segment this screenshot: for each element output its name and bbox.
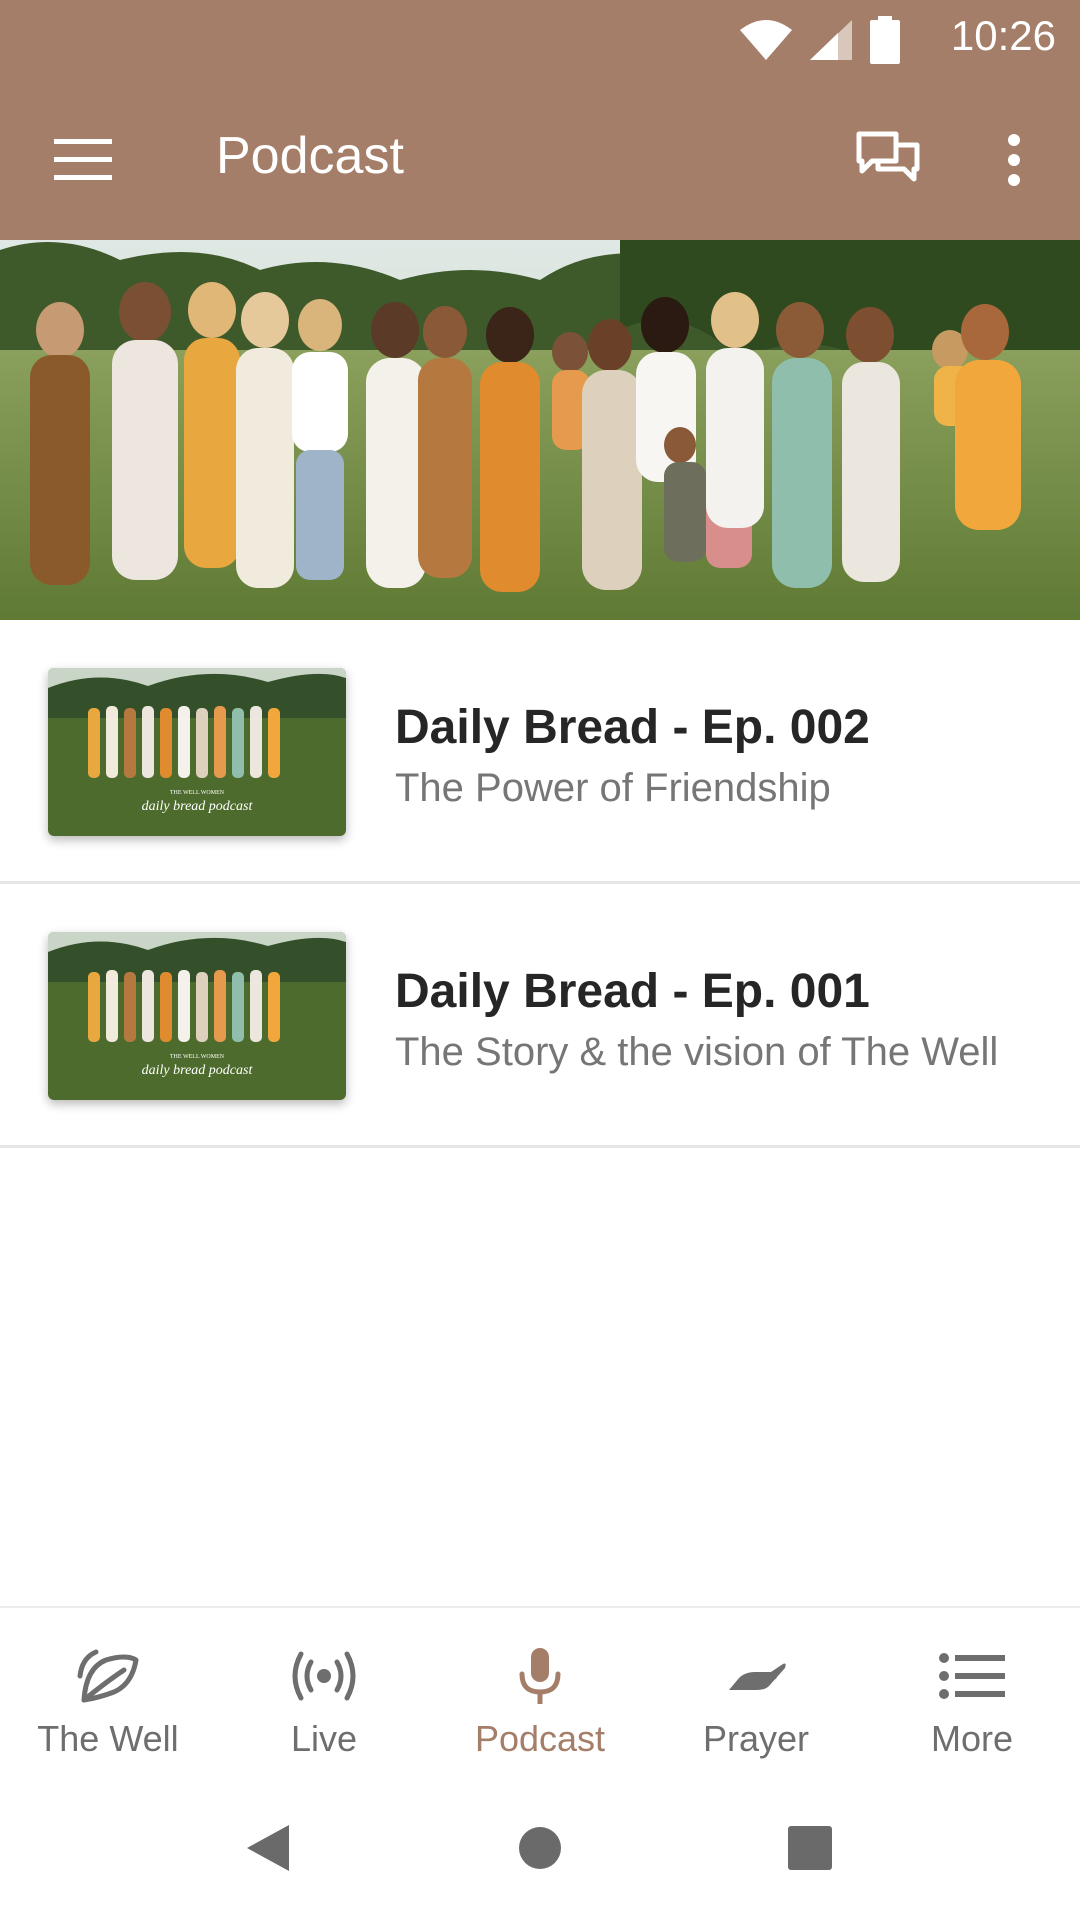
hamburger-icon <box>54 139 112 180</box>
nav-label: Podcast <box>474 1718 606 1759</box>
thumbnail-caption-main: daily bread podcast <box>142 1063 254 1078</box>
thumbnail-caption-top: THE WELL WOMEN <box>170 1054 225 1060</box>
home-circle-icon <box>519 1827 561 1869</box>
nav-item-podcast[interactable]: Podcast <box>432 1608 648 1778</box>
nav-item-live[interactable]: Live <box>216 1608 432 1778</box>
overflow-menu-button[interactable] <box>982 120 1046 200</box>
episode-row-001[interactable]: THE WELL WOMEN daily bread podcast Daily… <box>0 884 1080 1148</box>
nav-item-more[interactable]: More <box>864 1608 1080 1778</box>
system-home-button[interactable] <box>500 1808 580 1888</box>
system-navigation-bar <box>0 1778 1080 1920</box>
wifi-icon <box>740 20 792 60</box>
list-icon <box>939 1653 1005 1699</box>
status-bar: 10:26 <box>0 0 1080 80</box>
app-bar: Podcast <box>0 80 1080 240</box>
nav-label: The Well <box>37 1718 179 1759</box>
thumbnail-caption-top: THE WELL WOMEN <box>170 790 225 796</box>
nav-label: More <box>930 1718 1014 1759</box>
nav-item-prayer[interactable]: Prayer <box>648 1608 864 1778</box>
battery-icon <box>870 16 900 64</box>
episode-thumbnail: THE WELL WOMEN daily bread podcast <box>48 668 346 836</box>
system-back-button[interactable] <box>228 1808 308 1888</box>
microphone-icon <box>519 1648 561 1704</box>
hero-banner-image <box>0 240 1080 620</box>
recents-square-icon <box>788 1826 832 1870</box>
more-vertical-icon <box>1008 134 1020 186</box>
nav-label: Prayer <box>702 1718 810 1759</box>
bottom-navigation: The Well Live Podcast Prayer More <box>0 1606 1080 1778</box>
episode-thumbnail: THE WELL WOMEN daily bread podcast <box>48 932 346 1100</box>
episode-subtitle: The Story & the vision of The Well <box>395 1030 999 1074</box>
signal-icon <box>810 20 852 60</box>
chat-button[interactable] <box>846 120 930 200</box>
broadcast-icon <box>292 1651 356 1701</box>
hand-icon <box>729 1663 786 1690</box>
hamburger-menu-button[interactable] <box>40 120 126 200</box>
episode-list: THE WELL WOMEN daily bread podcast Daily… <box>0 620 1080 1148</box>
status-time: 10:26 <box>950 12 1056 59</box>
thumbnail-caption-main: daily bread podcast <box>142 799 254 814</box>
nav-item-the-well[interactable]: The Well <box>0 1608 216 1778</box>
back-triangle-icon <box>247 1825 289 1871</box>
system-recents-button[interactable] <box>770 1808 850 1888</box>
episode-title: Daily Bread - Ep. 002 <box>395 701 870 754</box>
nav-label: Live <box>290 1718 358 1759</box>
leaf-icon <box>77 1649 139 1703</box>
status-icons <box>738 16 902 64</box>
episode-title: Daily Bread - Ep. 001 <box>395 965 870 1018</box>
episode-row-002[interactable]: THE WELL WOMEN daily bread podcast Daily… <box>0 620 1080 884</box>
page-title: Podcast <box>216 127 404 185</box>
chat-icon <box>856 131 920 182</box>
episode-subtitle: The Power of Friendship <box>395 766 831 810</box>
